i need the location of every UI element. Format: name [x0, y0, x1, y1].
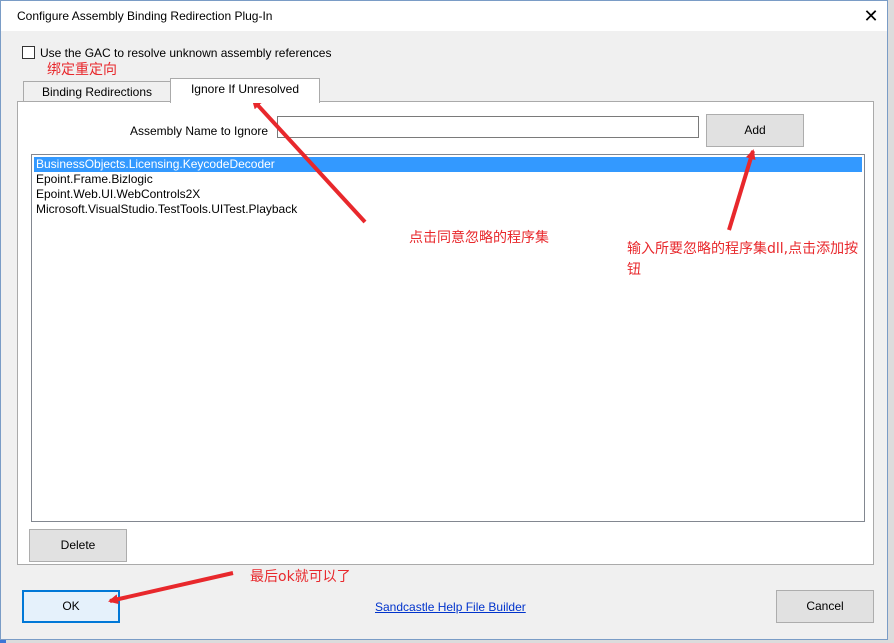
- arrow-to-add: [727, 149, 756, 231]
- arrow-to-ok: [108, 571, 234, 605]
- annotation-arrows: [108, 98, 756, 605]
- plugin-config-dialog: Configure Assembly Binding Redirection P…: [0, 0, 888, 640]
- arrow-to-tab: [251, 98, 367, 224]
- tab-ignore-if-unresolved[interactable]: Ignore If Unresolved: [170, 78, 320, 103]
